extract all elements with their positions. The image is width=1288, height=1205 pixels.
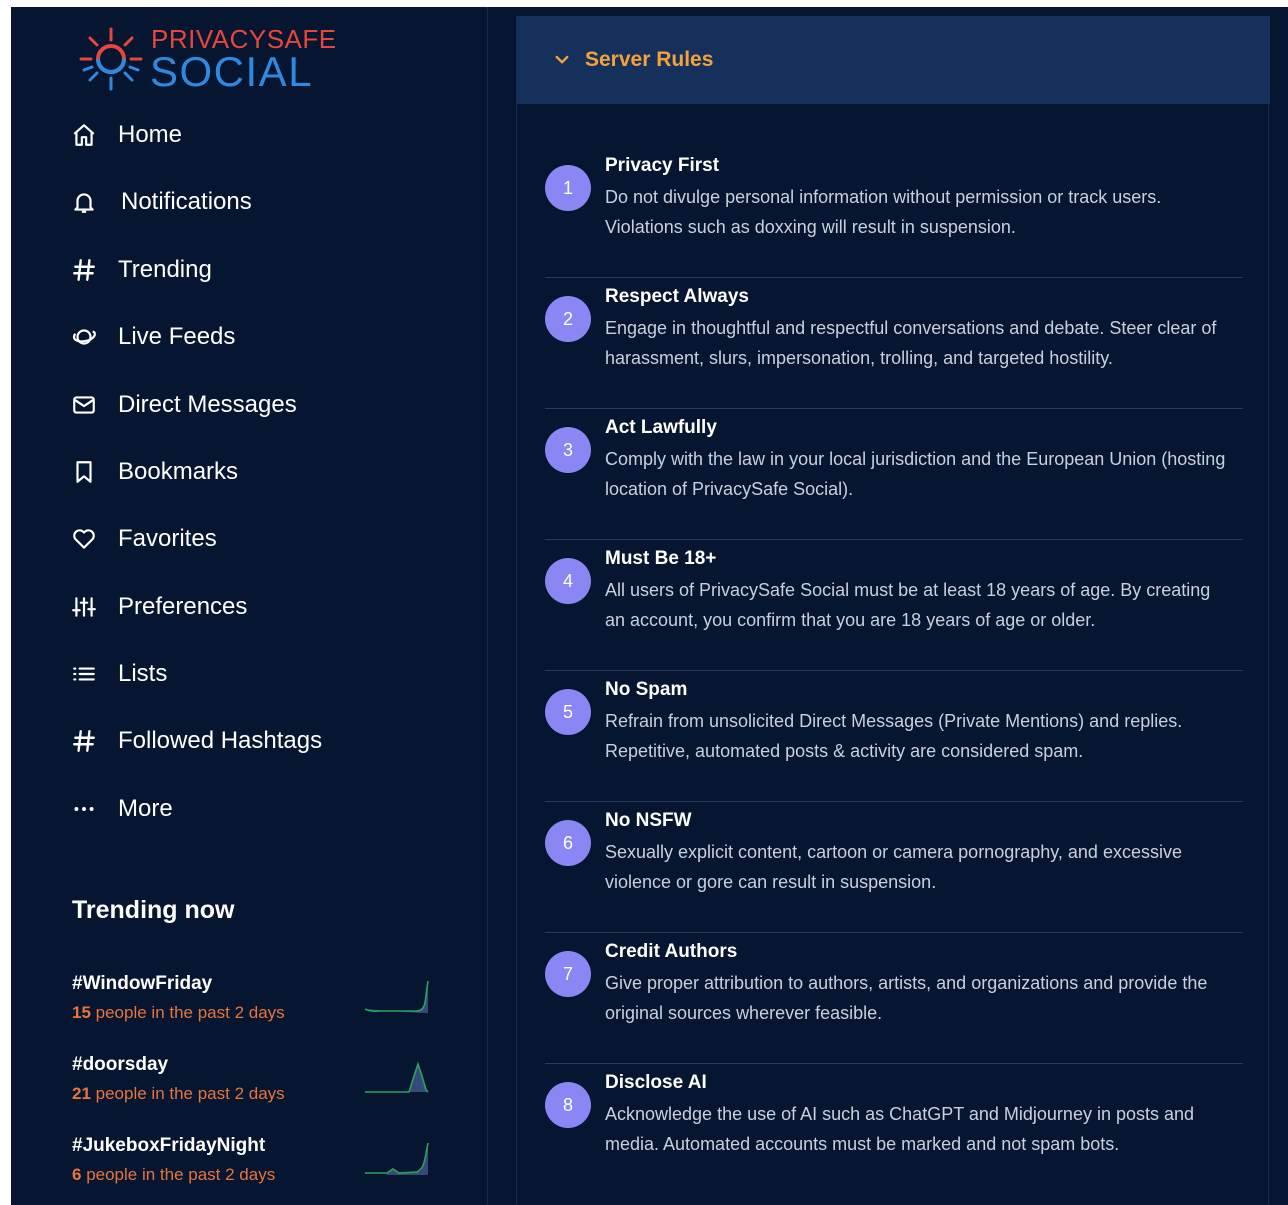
rule-text: Give proper attribution to authors, arti… [605, 973, 1208, 1023]
nav-item-trending[interactable]: Trending [68, 250, 212, 290]
rule-item: 8 Disclose AI Acknowledge the use of AI … [545, 1064, 1243, 1195]
trending-item[interactable]: #WindowFriday 15 people in the past 2 da… [72, 973, 452, 1033]
trending-item[interactable]: #JukeboxFridayNight 6 people in the past… [72, 1135, 452, 1195]
rule-number-badge: 3 [545, 427, 591, 473]
trending-tag: #doorsday [72, 1054, 169, 1075]
nav-label: Direct Messages [118, 391, 297, 418]
list-icon [68, 658, 100, 690]
home-icon [68, 119, 100, 151]
envelope-icon [68, 389, 100, 421]
hash-icon [68, 254, 100, 286]
more-icon [68, 793, 100, 825]
rule-number-badge: 1 [545, 165, 591, 211]
nav-label: Lists [118, 660, 168, 687]
trending-count-suffix: people in the past 2 days [90, 1084, 285, 1103]
brand-logo[interactable]: PRIVACYSAFE SOCIAL [78, 22, 338, 94]
rule-title: Credit Authors [605, 941, 738, 962]
server-rules-toggle[interactable]: Server Rules [517, 16, 1270, 104]
rule-text: Sexually explicit content, cartoon or ca… [605, 842, 1182, 892]
chevron-down-icon [555, 55, 569, 64]
sparkline [365, 980, 429, 1013]
rule-text: Do not divulge personal information with… [605, 187, 1162, 237]
trending-tag: #WindowFriday [72, 973, 213, 994]
trending-item[interactable]: #doorsday 21 people in the past 2 days [72, 1054, 452, 1114]
nav-label: Favorites [118, 525, 217, 552]
sun-logo-icon [79, 27, 143, 91]
rule-number-badge: 7 [545, 951, 591, 997]
trending-title: Trending now [72, 896, 235, 924]
rule-item: 2 Respect Always Engage in thoughtful an… [545, 278, 1243, 409]
sparkline [365, 1142, 429, 1175]
hash-icon [68, 725, 100, 757]
panel-title: Server Rules [585, 48, 714, 71]
trending-tag: #JukeboxFridayNight [72, 1135, 266, 1156]
rule-text: All users of PrivacySafe Social must be … [605, 580, 1211, 630]
rule-text: Engage in thoughtful and respectful conv… [605, 318, 1217, 368]
nav-label: Followed Hashtags [118, 727, 323, 754]
nav-item-followed-hashtags[interactable]: Followed Hashtags [68, 721, 322, 761]
rule-item: 6 No NSFW Sexually explicit content, car… [545, 802, 1243, 933]
sidebar: PRIVACYSAFE SOCIAL Home Notifications Tr… [11, 7, 488, 1205]
rule-title: Respect Always [605, 286, 749, 307]
app: PRIVACYSAFE SOCIAL Home Notifications Tr… [11, 7, 1288, 1205]
nav-item-notifications[interactable]: Notifications [68, 182, 252, 222]
nav-label: Home [118, 121, 183, 148]
rule-number-badge: 6 [545, 820, 591, 866]
nav-label: Bookmarks [118, 458, 239, 485]
trending-count: 15 [72, 1003, 91, 1022]
trending-count: 21 [72, 1084, 91, 1103]
trending-count-line: 15 people in the past 2 days [72, 1003, 285, 1023]
nav-item-lists[interactable]: Lists [68, 654, 167, 694]
nav-label: More [118, 795, 173, 822]
rule-number-badge: 5 [545, 689, 591, 735]
nav-label: Trending [118, 256, 212, 283]
heart-icon [68, 523, 100, 555]
bell-icon [68, 186, 100, 218]
nav-label: Preferences [118, 593, 248, 620]
rule-title: Privacy First [605, 155, 720, 176]
rule-title: Must Be 18+ [605, 548, 717, 569]
rule-item: 1 Privacy First Do not divulge personal … [545, 147, 1243, 278]
sliders-icon [68, 591, 100, 623]
rule-number-badge: 8 [545, 1082, 591, 1128]
trending-count-line: 6 people in the past 2 days [72, 1165, 275, 1185]
rule-title: Act Lawfully [605, 417, 717, 438]
brand-bottom-text: SOCIAL [150, 48, 314, 95]
sparkline [365, 1061, 429, 1093]
rule-item: 4 Must Be 18+ All users of PrivacySafe S… [545, 540, 1243, 671]
trending-count-suffix: people in the past 2 days [90, 1003, 285, 1022]
rule-title: Disclose AI [605, 1072, 707, 1093]
trending-count-suffix: people in the past 2 days [81, 1165, 276, 1184]
nav-item-more[interactable]: More [68, 789, 173, 829]
nav-item-bookmarks[interactable]: Bookmarks [68, 452, 238, 492]
server-rules-panel: Server Rules 1 Privacy First Do not divu… [516, 16, 1270, 1205]
nav-item-preferences[interactable]: Preferences [68, 587, 247, 627]
rule-number-badge: 2 [545, 296, 591, 342]
rule-text: Comply with the law in your local jurisd… [605, 449, 1226, 499]
bookmark-icon [68, 456, 100, 488]
nav-label: Notifications [121, 188, 252, 215]
rule-title: No NSFW [605, 810, 692, 831]
rule-number-badge: 4 [545, 558, 591, 604]
rule-text: Refrain from unsolicited Direct Messages… [605, 711, 1183, 761]
trending-count-line: 21 people in the past 2 days [72, 1084, 285, 1104]
nav-item-direct-messages[interactable]: Direct Messages [68, 385, 297, 425]
rule-item: 5 No Spam Refrain from unsolicited Direc… [545, 671, 1243, 802]
rule-item: 7 Credit Authors Give proper attribution… [545, 933, 1243, 1064]
nav-item-home[interactable]: Home [68, 115, 182, 155]
rule-item: 3 Act Lawfully Comply with the law in yo… [545, 409, 1243, 540]
rule-title: No Spam [605, 679, 688, 700]
nav-label: Live Feeds [118, 323, 236, 350]
nav-item-favorites[interactable]: Favorites [68, 519, 217, 559]
rule-text: Acknowledge the use of AI such as ChatGP… [605, 1104, 1195, 1154]
planet-icon [68, 321, 100, 353]
nav-item-live-feeds[interactable]: Live Feeds [68, 317, 235, 357]
